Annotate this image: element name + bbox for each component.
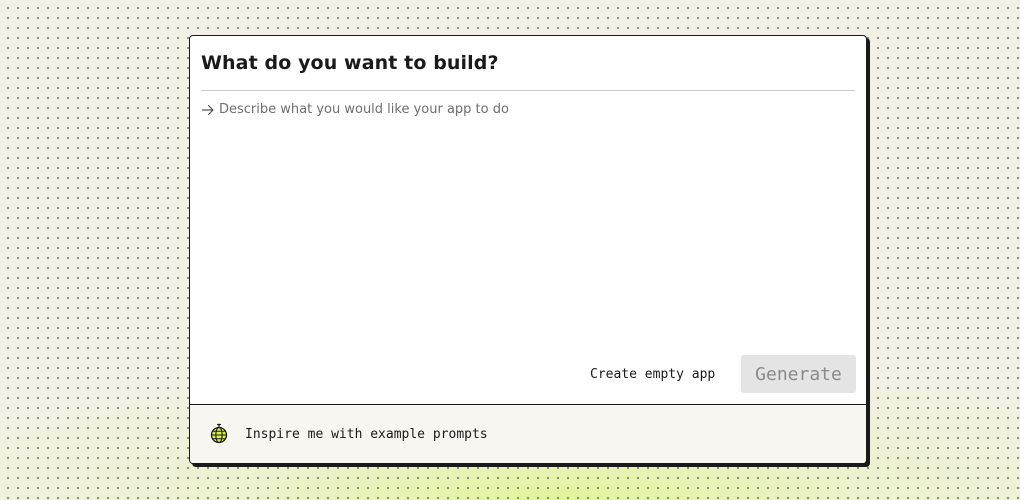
generate-button[interactable]: Generate [741,355,856,393]
inspire-me-button[interactable]: Inspire me with example prompts [208,421,488,447]
dialog-footer: Inspire me with example prompts [190,404,866,463]
inspire-label: Inspire me with example prompts [245,426,488,442]
app-description-input[interactable] [219,100,839,342]
dialog-title: What do you want to build? [201,52,499,74]
create-empty-app-button[interactable]: Create empty app [582,355,723,393]
prompt-area [201,100,855,350]
globe-icon [210,423,228,444]
arrow-right-icon [201,104,214,116]
title-divider [201,90,855,91]
build-dialog: What do you want to build? Create empty … [189,35,867,464]
